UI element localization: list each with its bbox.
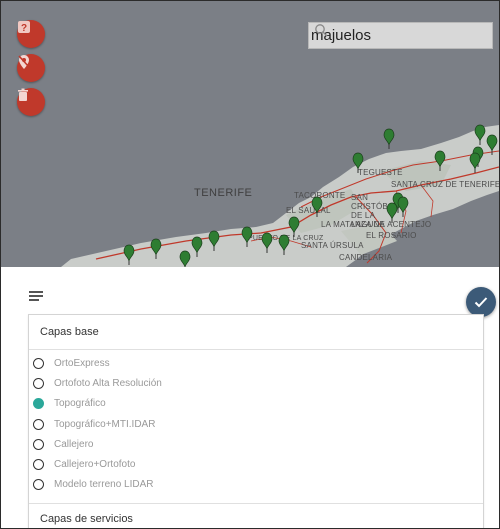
base-layer-label: Topográfico (54, 398, 106, 410)
map-label: TEGUESTE (358, 168, 403, 177)
map-label: EL SAUZAL (286, 206, 331, 215)
base-layers-list: OrtoExpress Ortofoto Alta Resolución Top… (29, 350, 483, 495)
radio-button[interactable] (33, 438, 44, 450)
base-layer-label: Modelo terreno LIDAR (54, 479, 154, 491)
map-view[interactable]: TENERIFE TEGUESTE SANTA CRUZ DE TENERIFE… (1, 1, 499, 267)
base-layer-option[interactable]: Topográfico (29, 394, 483, 414)
tenerife-land (61, 125, 499, 267)
map-label-tenerife: TENERIFE (194, 187, 253, 199)
help-button[interactable]: ? (17, 20, 45, 48)
service-layers-header[interactable]: Capas de servicios (29, 503, 483, 528)
base-layer-option[interactable]: Topográfico+MTI.IDAR (29, 414, 483, 434)
radio-button[interactable] (33, 459, 44, 471)
radio-button[interactable] (33, 377, 44, 389)
base-layer-label: OrtoExpress (54, 357, 110, 369)
map-label: EL ROSARIO (366, 231, 417, 240)
delete-button[interactable] (17, 88, 45, 116)
search-box[interactable] (308, 22, 493, 49)
app-frame: TENERIFE TEGUESTE SANTA CRUZ DE TENERIFE… (0, 0, 500, 529)
layers-panel: Capas base OrtoExpress Ortofoto Alta Res… (1, 267, 499, 528)
radio-button[interactable] (33, 479, 44, 491)
base-layer-label: Ortofoto Alta Resolución (54, 377, 162, 389)
svg-text:?: ? (21, 23, 27, 34)
map-label: SANTA ÚRSULA (301, 241, 364, 250)
base-layer-option[interactable]: Modelo terreno LIDAR (29, 475, 483, 495)
menu-icon[interactable] (29, 291, 43, 303)
base-layer-option[interactable]: Callejero (29, 434, 483, 454)
base-layer-label: Callejero+Ortofoto (54, 459, 136, 471)
base-layer-label: Callejero (54, 438, 94, 450)
map-label: CANDELARIA (339, 253, 393, 262)
location-off-button[interactable] (17, 54, 45, 82)
base-layer-option[interactable]: Callejero+Ortofoto (29, 454, 483, 474)
radio-button[interactable] (33, 357, 44, 369)
base-layer-option[interactable]: Ortofoto Alta Resolución (29, 373, 483, 393)
layers-card: Capas base OrtoExpress Ortofoto Alta Res… (28, 314, 484, 528)
map-label: SANTA CRUZ DE TENERIFE (391, 180, 499, 189)
help-icon: ? (18, 21, 30, 34)
base-layer-option[interactable]: OrtoExpress (29, 353, 483, 373)
location-off-icon (18, 55, 30, 69)
confirm-button[interactable] (466, 287, 496, 317)
radio-button-selected[interactable] (33, 398, 44, 410)
search-input[interactable] (309, 27, 461, 44)
base-layer-label: Topográfico+MTI.IDAR (54, 418, 156, 430)
map-label: LA MATANZA DE ACENTEJO (321, 220, 432, 229)
search-icon (315, 24, 328, 37)
check-icon (474, 297, 488, 308)
radio-button[interactable] (33, 418, 44, 430)
trash-icon (18, 88, 28, 101)
map-label: TACORONTE (294, 191, 346, 200)
base-layers-header[interactable]: Capas base (29, 315, 483, 350)
